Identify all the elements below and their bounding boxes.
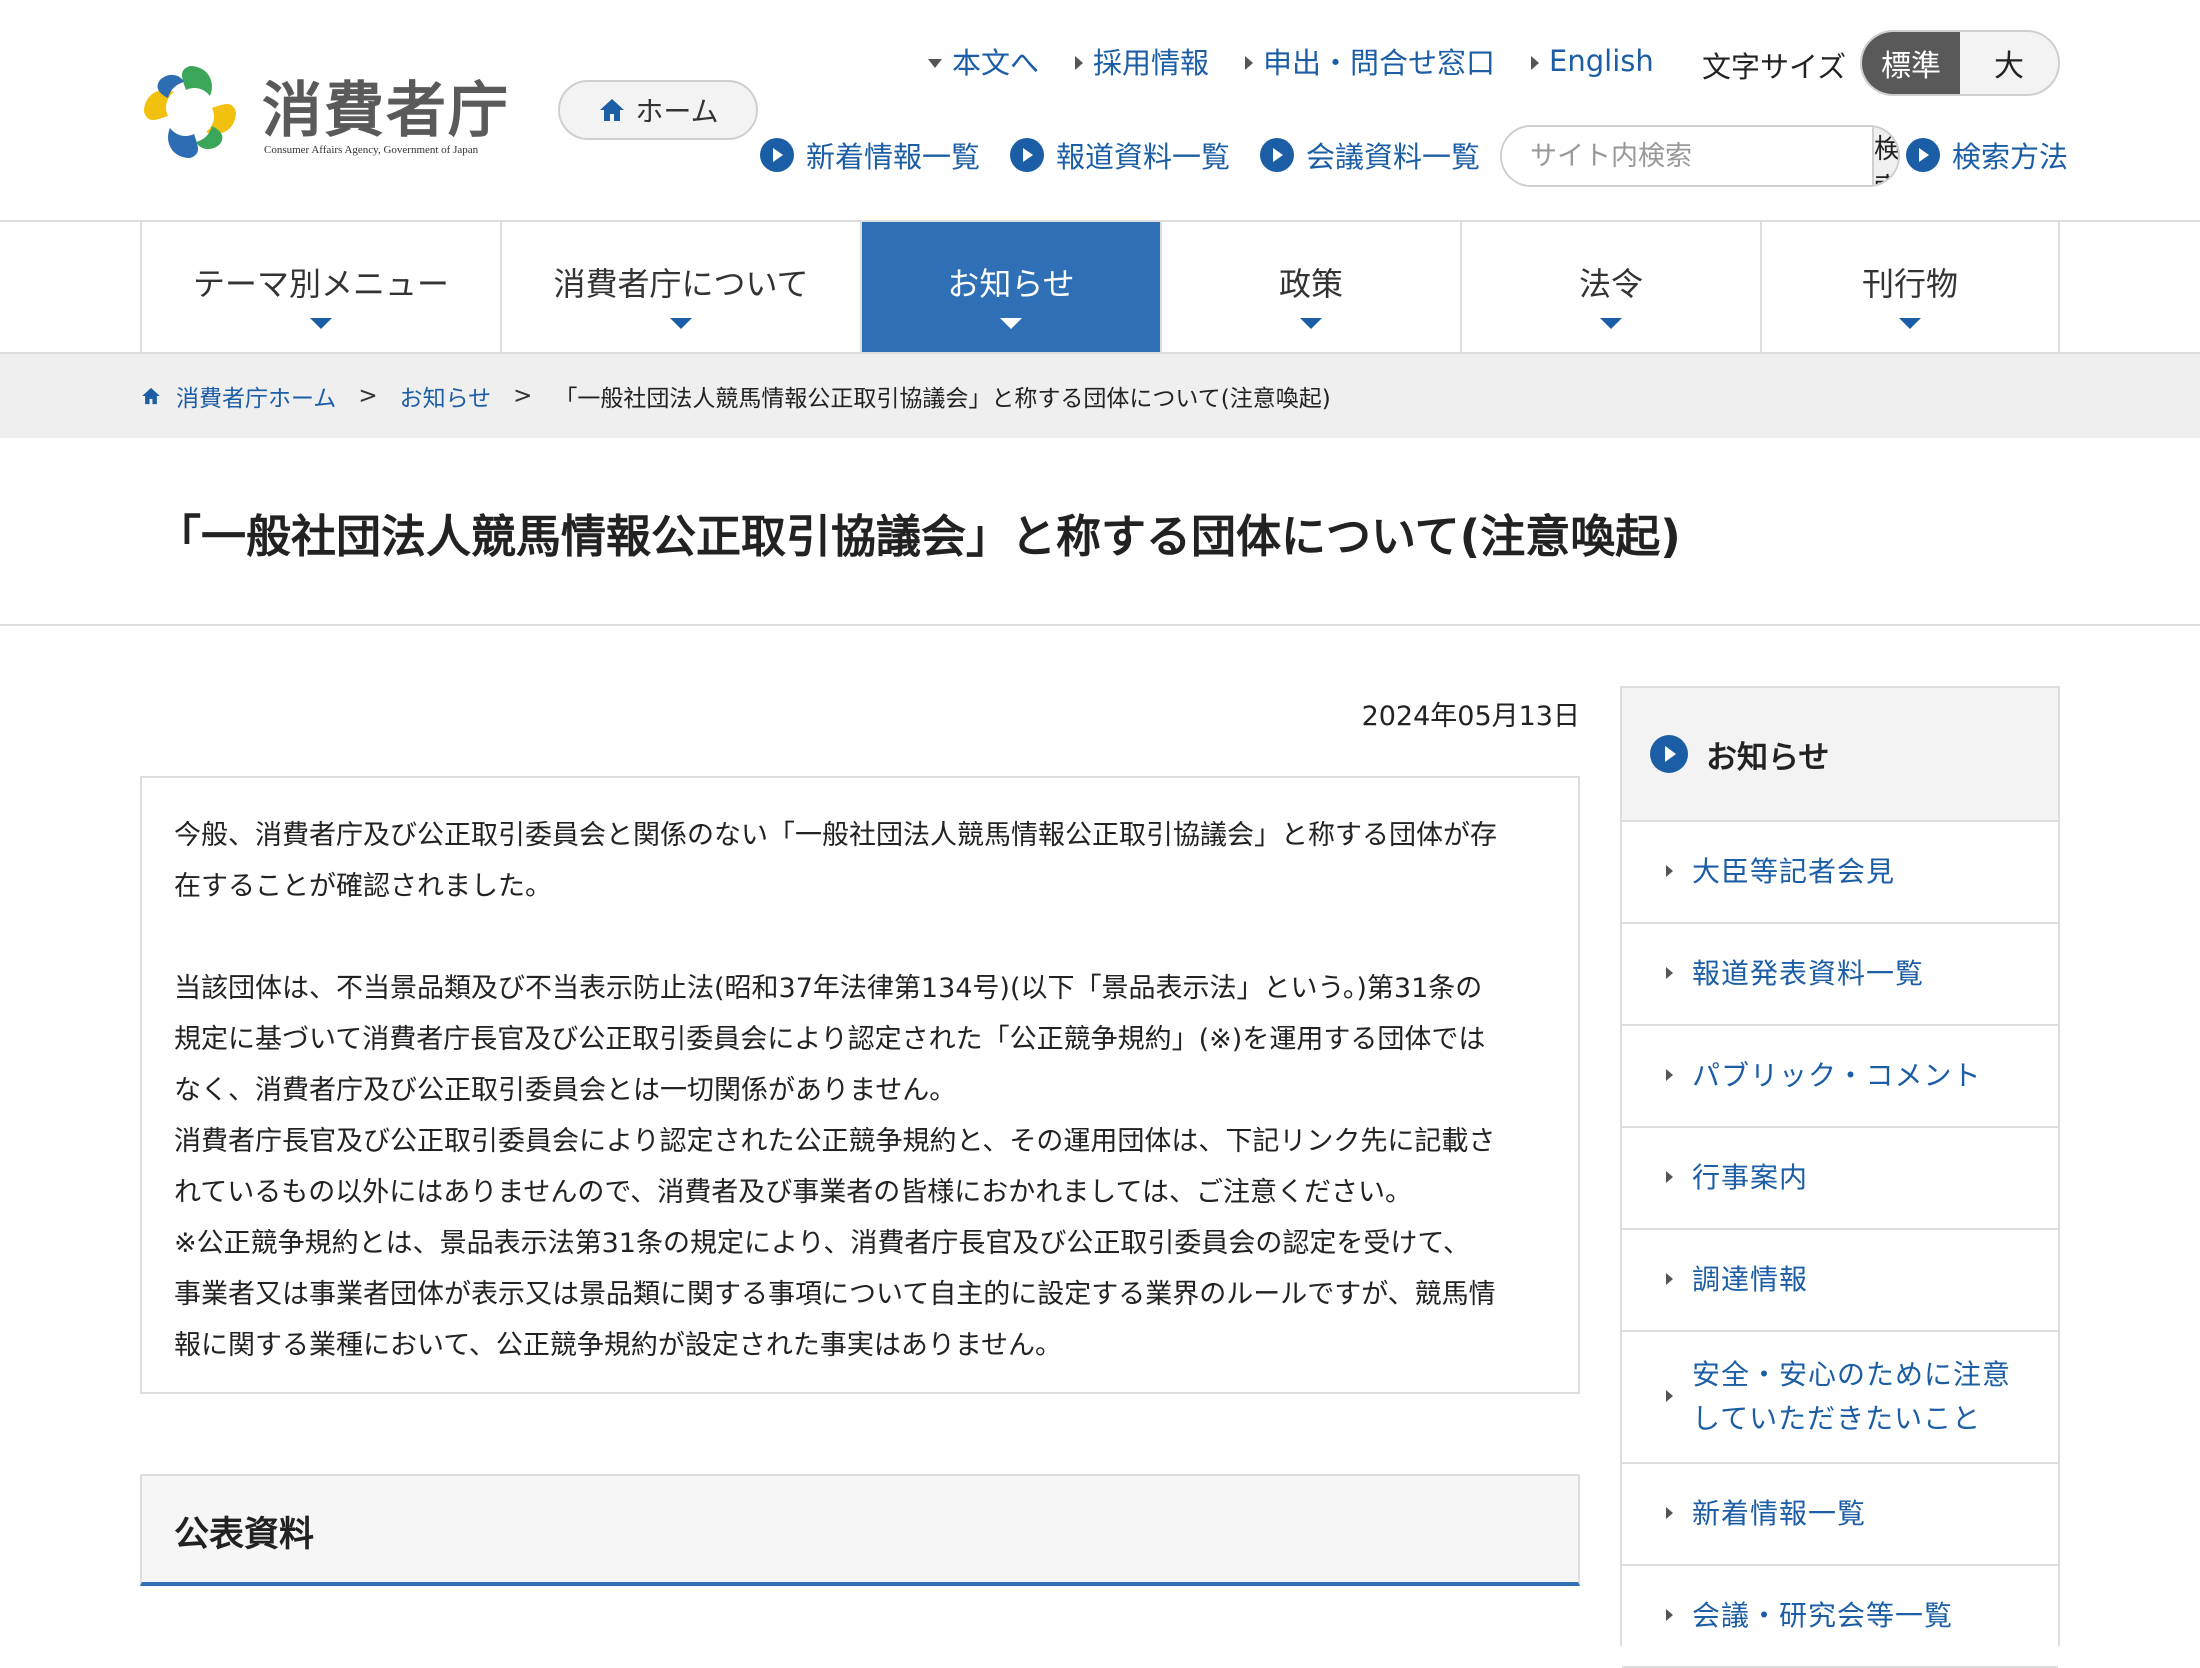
nav-news[interactable]: お知らせ: [860, 222, 1160, 352]
circle-arrow-icon: [1260, 138, 1295, 172]
publish-date: 2024年05月13日: [1361, 701, 1580, 732]
chevron-down-icon: [670, 318, 692, 329]
press-release-link[interactable]: 報道資料一覧: [1010, 134, 1230, 176]
triangle-right-icon: [1666, 1069, 1673, 1081]
nav-theme-menu[interactable]: テーマ別メニュー: [140, 222, 500, 352]
triangle-right-icon: [1666, 1609, 1673, 1621]
triangle-right-icon: [1531, 56, 1540, 70]
sidebar-item-safety-alerts[interactable]: 安全・安心のために注意していただきたいこと: [1622, 1332, 2058, 1464]
breadcrumb: 消費者庁ホーム > お知らせ > 「一般社団法人競馬情報公正取引協議会」と称する…: [0, 354, 2200, 438]
quick-links: 新着情報一覧 報道資料一覧 会議資料一覧: [760, 134, 1480, 176]
notice-paragraph: 今般、消費者庁及び公正取引委員会と関係のない「一般社団法人競馬情報公正取引協議会…: [174, 820, 1497, 902]
site-search: 検索: [1500, 125, 1900, 187]
sidebar-item-press-releases[interactable]: 報道発表資料一覧: [1622, 924, 2058, 1026]
site-header: 消費者庁 Consumer Affairs Agency, Government…: [0, 0, 2200, 220]
recruitment-link[interactable]: 採用情報: [1075, 40, 1209, 82]
new-info-link[interactable]: 新着情報一覧: [760, 134, 980, 176]
chevron-down-icon: [1300, 318, 1322, 329]
breadcrumb-separator: >: [513, 383, 533, 409]
chevron-down-icon: [1000, 318, 1022, 329]
notice-body: 今般、消費者庁及び公正取引委員会と関係のない「一般社団法人競馬情報公正取引協議会…: [140, 776, 1580, 1394]
triangle-right-icon: [1666, 865, 1673, 877]
page-title-area: 「一般社団法人競馬情報公正取引協議会」と称する団体について(注意喚起): [0, 438, 2200, 626]
font-size-label: 文字サイズ: [1702, 50, 1847, 84]
home-icon: [142, 387, 160, 405]
chevron-down-icon: [310, 318, 332, 329]
triangle-right-icon: [1666, 1273, 1673, 1285]
sidebar-heading: お知らせ: [1622, 688, 2058, 822]
sidebar: お知らせ 大臣等記者会見 報道発表資料一覧 パブリック・コメント 行事案内 調達…: [1620, 686, 2060, 1668]
nav-policy[interactable]: 政策: [1160, 222, 1460, 352]
english-link[interactable]: English: [1531, 44, 1654, 78]
chevron-down-icon: [1899, 318, 1921, 329]
nav-publications[interactable]: 刊行物: [1760, 222, 2060, 352]
circle-arrow-icon: [1906, 138, 1940, 172]
notice-paragraph: 当該団体は、不当景品類及び不当表示防止法(昭和37年法律第134号)(以下「景品…: [174, 973, 1496, 1361]
triangle-right-icon: [1666, 967, 1673, 979]
triangle-right-icon: [1666, 1390, 1673, 1402]
logo-wordmark: 消費者庁: [262, 76, 510, 146]
site-logo[interactable]: 消費者庁 Consumer Affairs Agency, Government…: [138, 60, 518, 164]
breadcrumb-current: 「一般社団法人競馬情報公正取引協議会」と称する団体について(注意喚起): [554, 386, 1331, 412]
breadcrumb-home-link[interactable]: 消費者庁ホーム: [176, 379, 336, 413]
meeting-docs-link[interactable]: 会議資料一覧: [1260, 134, 1480, 176]
home-icon: [600, 99, 625, 121]
breadcrumb-separator: >: [358, 383, 378, 409]
circle-arrow-icon: [1650, 735, 1688, 773]
sidebar-item-new-info[interactable]: 新着情報一覧: [1622, 1464, 2058, 1566]
search-help-link[interactable]: 検索方法: [1906, 134, 2068, 176]
font-size-standard-button[interactable]: 標準: [1862, 32, 1960, 94]
search-button[interactable]: 検索: [1872, 127, 1898, 185]
triangle-right-icon: [1075, 56, 1084, 70]
home-button[interactable]: ホーム: [558, 80, 758, 140]
nav-about[interactable]: 消費者庁について: [500, 222, 860, 352]
logo-subtitle: Consumer Affairs Agency, Government of J…: [264, 144, 479, 156]
triangle-right-icon: [1666, 1171, 1673, 1183]
home-button-label: ホーム: [635, 95, 719, 128]
inquiry-link[interactable]: 申出・問合せ窓口: [1245, 40, 1495, 82]
nav-laws[interactable]: 法令: [1460, 222, 1760, 352]
skip-to-content-link[interactable]: 本文へ: [928, 40, 1039, 82]
sidebar-item-public-comment[interactable]: パブリック・コメント: [1622, 1026, 2058, 1128]
sidebar-item-press-conference[interactable]: 大臣等記者会見: [1622, 822, 2058, 924]
triangle-right-icon: [1245, 56, 1254, 70]
chevron-down-icon: [1600, 318, 1622, 329]
triangle-down-icon: [928, 58, 942, 68]
font-size-large-button[interactable]: 大: [1960, 32, 2058, 94]
published-materials-heading: 公表資料: [140, 1474, 1580, 1586]
sidebar-item-events[interactable]: 行事案内: [1622, 1128, 2058, 1230]
font-size-toggle: 標準 大: [1860, 30, 2060, 96]
utility-links: 本文へ 採用情報 申出・問合せ窓口 English: [928, 38, 1654, 84]
circle-arrow-icon: [760, 138, 794, 172]
breadcrumb-news-link[interactable]: お知らせ: [400, 379, 492, 413]
search-input[interactable]: [1502, 127, 1872, 185]
global-nav: テーマ別メニュー 消費者庁について お知らせ 政策 法令 刊行物: [0, 220, 2200, 354]
circle-arrow-icon: [1010, 138, 1045, 172]
triangle-right-icon: [1666, 1507, 1673, 1519]
sidebar-item-procurement[interactable]: 調達情報: [1622, 1230, 2058, 1332]
sidebar-item-meetings[interactable]: 会議・研究会等一覧: [1622, 1566, 2058, 1668]
logo-mark-icon: [144, 66, 236, 158]
page-title: 「一般社団法人競馬情報公正取引協議会」と称する団体について(注意喚起): [156, 510, 1681, 563]
